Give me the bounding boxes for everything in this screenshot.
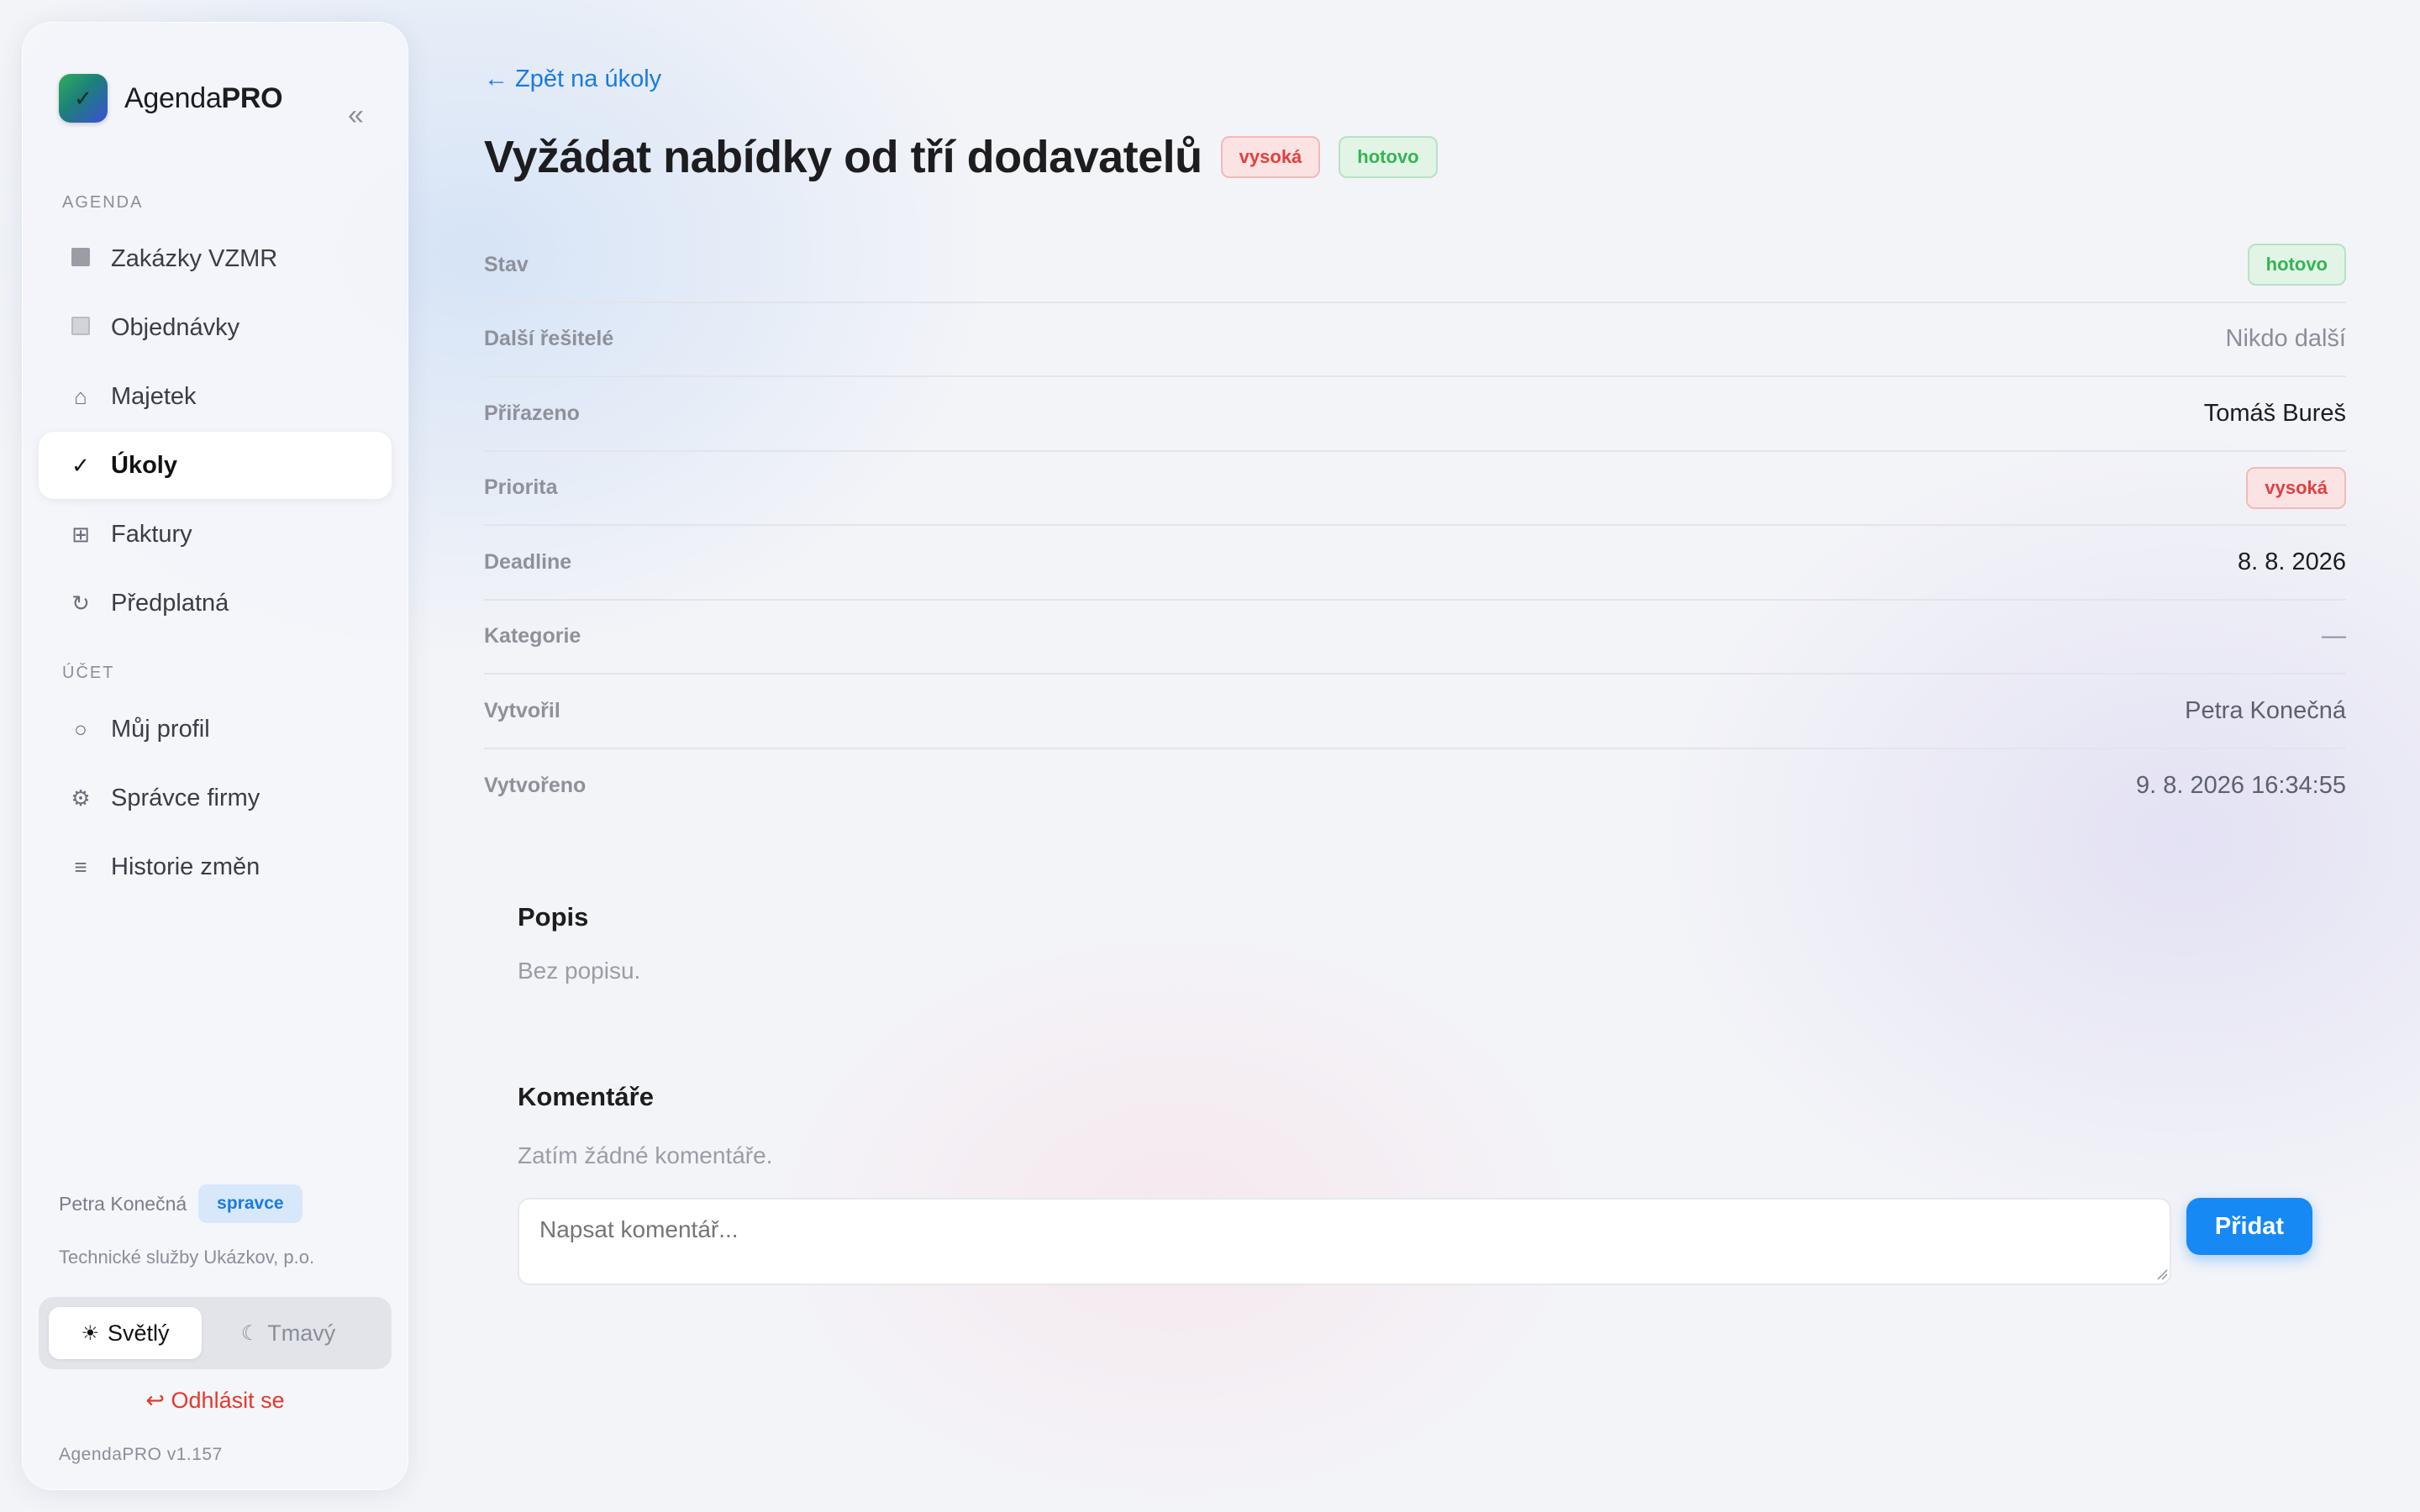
sidebar-item-spravce-firmy[interactable]: ⚙ Správce firmy xyxy=(39,764,392,832)
detail-row-created-by: Vytvořil Petra Konečná xyxy=(484,675,2346,749)
refresh-icon: ↻ xyxy=(71,590,90,616)
organization-name: Technické služby Ukázkov, p.o. xyxy=(59,1247,315,1268)
description-text: Bez popisu. xyxy=(518,958,641,984)
theme-switch: ☀ Světlý ☾ Tmavý xyxy=(39,1297,392,1369)
comment-input[interactable] xyxy=(518,1198,2171,1285)
sidebar-item-muj-profil[interactable]: ○ Můj profil xyxy=(39,696,392,763)
grid-icon: ⊞ xyxy=(71,521,90,547)
detail-row-assigned: Přiřazeno Tomáš Bureš xyxy=(484,377,2346,452)
detail-value: — xyxy=(2322,622,2346,650)
sidebar-item-label: Majetek xyxy=(111,382,197,410)
gear-icon: ⚙ xyxy=(71,785,91,811)
detail-label: Deadline xyxy=(484,549,572,574)
title-row: Vyžádat nabídky od tří dodavatelů vysoká… xyxy=(484,129,1438,185)
priority-badge: vysoká xyxy=(2246,466,2346,509)
sidebar-item-label: Můj profil xyxy=(111,715,210,743)
theme-dark-button[interactable]: ☾ Tmavý xyxy=(212,1307,365,1359)
sidebar-item-objednavky[interactable]: Objednávky xyxy=(39,294,392,361)
detail-value: 9. 8. 2026 16:34:55 xyxy=(2136,772,2346,800)
detail-label: Vytvořeno xyxy=(484,774,587,798)
sidebar-item-label: Objednávky xyxy=(111,313,240,341)
logout-icon: ↩ xyxy=(145,1388,166,1413)
theme-light-button[interactable]: ☀ Světlý xyxy=(49,1307,202,1359)
sidebar-item-zakazky-vzmr[interactable]: Zakázky VZMR xyxy=(39,225,392,292)
resize-grip-icon[interactable] xyxy=(2156,1268,2168,1280)
detail-row-deadline: Deadline 8. 8. 2026 xyxy=(484,526,2346,601)
status-badge: hotovo xyxy=(2247,244,2346,286)
detail-value: Tomáš Bureš xyxy=(2203,399,2346,427)
detail-label: Přiřazeno xyxy=(484,401,580,425)
check-icon: ✓ xyxy=(71,452,90,478)
app-logo-icon: ✓ xyxy=(59,74,108,123)
task-details: Stav hotovo Další řešitelé Nikdo další P… xyxy=(484,228,2346,823)
theme-light-label: Světlý xyxy=(107,1320,170,1346)
home-icon: ⌂ xyxy=(74,383,87,409)
back-to-tasks-link[interactable]: ← Zpět na úkoly xyxy=(484,66,661,93)
detail-row-priority: Priorita vysoká xyxy=(484,452,2346,526)
detail-row-created-at: Vytvořeno 9. 8. 2026 16:34:55 xyxy=(484,749,2346,824)
sidebar-item-faktury[interactable]: ⊞ Faktury xyxy=(39,501,392,568)
section-label-agenda: AGENDA xyxy=(62,193,144,212)
detail-value: 8. 8. 2026 xyxy=(2238,548,2346,575)
sun-icon: ☀ xyxy=(81,1321,99,1345)
role-badge: spravce xyxy=(198,1184,302,1223)
detail-row-other-solvers: Další řešitelé Nikdo další xyxy=(484,303,2346,377)
page-title: Vyžádat nabídky od tří dodavatelů xyxy=(484,132,1202,182)
sidebar-item-label: Faktury xyxy=(111,520,192,548)
detail-label: Další řešitelé xyxy=(484,327,614,351)
logout-button[interactable]: ↩ Odhlásit se xyxy=(22,1388,408,1414)
collapse-sidebar-icon[interactable]: « xyxy=(348,101,364,129)
brand[interactable]: ✓ AgendaPRO xyxy=(59,74,283,123)
detail-row-status: Stav hotovo xyxy=(484,228,2346,303)
description-title: Popis xyxy=(518,902,589,932)
square-filled-icon xyxy=(64,246,97,272)
detail-label: Vytvořil xyxy=(484,698,560,722)
sidebar-item-label: Předplatná xyxy=(111,589,229,617)
comments-empty-text: Zatím žádné komentáře. xyxy=(518,1142,773,1168)
sidebar-item-predplatna[interactable]: ↻ Předplatná xyxy=(39,570,392,637)
app-name: AgendaPRO xyxy=(124,81,283,114)
sidebar: ✓ AgendaPRO « AGENDA Zakázky VZMR Objedn… xyxy=(22,22,408,1490)
detail-value: Petra Konečná xyxy=(2185,696,2346,724)
detail-value: Nikdo další xyxy=(2225,325,2346,353)
app-version: AgendaPRO v1.157 xyxy=(59,1445,223,1464)
sidebar-item-ukoly[interactable]: ✓ Úkoly xyxy=(39,432,392,499)
sidebar-item-label: Zakázky VZMR xyxy=(111,244,278,272)
status-badge: hotovo xyxy=(1339,136,1438,178)
theme-dark-label: Tmavý xyxy=(267,1320,336,1346)
detail-label: Priorita xyxy=(484,475,558,500)
list-icon: ≡ xyxy=(74,853,87,879)
add-comment-button[interactable]: Přidat xyxy=(2186,1198,2312,1255)
sidebar-item-majetek[interactable]: ⌂ Majetek xyxy=(39,363,392,430)
square-outline-icon xyxy=(64,315,97,341)
logout-label: Odhlásit se xyxy=(171,1388,285,1413)
detail-label: Kategorie xyxy=(484,624,581,648)
user-name: Petra Konečná xyxy=(59,1192,187,1215)
detail-row-category: Kategorie — xyxy=(484,601,2346,675)
comments-title: Komentáře xyxy=(518,1082,654,1111)
sidebar-item-label: Historie změn xyxy=(111,853,260,880)
moon-icon: ☾ xyxy=(240,1321,260,1345)
circle-icon: ○ xyxy=(74,716,87,742)
sidebar-item-historie-zmen[interactable]: ≡ Historie změn xyxy=(39,833,392,900)
section-label-account: ÚČET xyxy=(62,664,115,682)
sidebar-item-label: Správce firmy xyxy=(111,784,260,811)
sidebar-item-label: Úkoly xyxy=(111,451,177,479)
detail-label: Stav xyxy=(484,252,529,276)
priority-badge: vysoká xyxy=(1220,136,1321,178)
user-info: Petra Konečná spravce xyxy=(59,1184,302,1223)
